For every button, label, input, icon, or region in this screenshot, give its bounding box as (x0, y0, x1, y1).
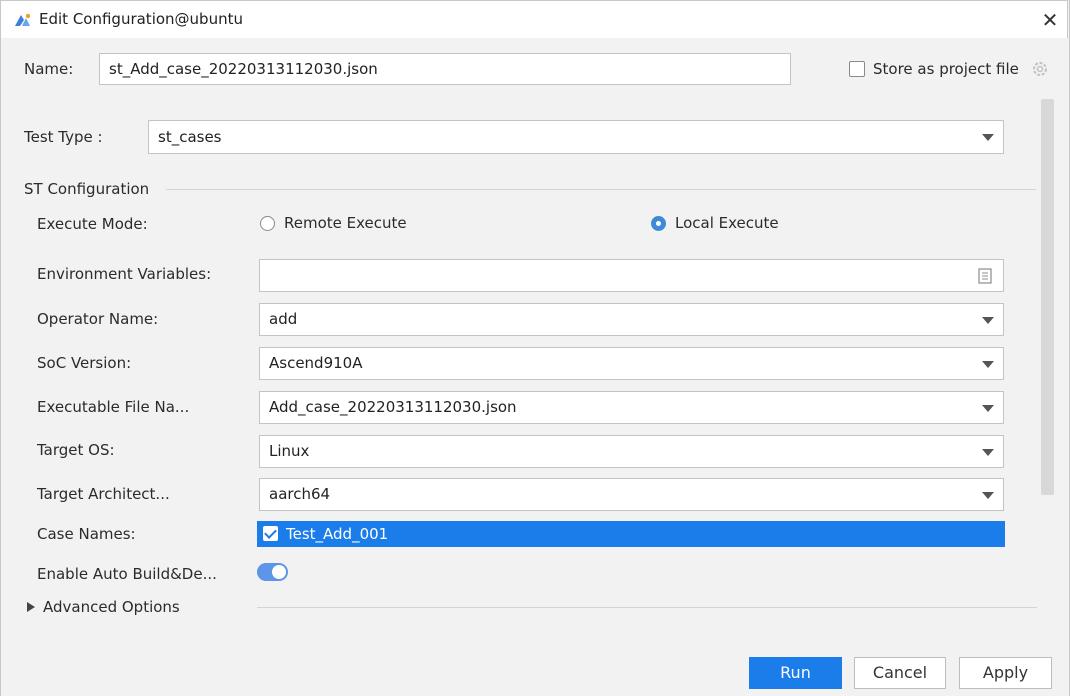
soc-version-value: Ascend910A (269, 354, 363, 372)
apply-button[interactable]: Apply (959, 657, 1052, 689)
title-bar: Edit Configuration@ubuntu ✕ (0, 0, 1068, 38)
store-project-file-label: Store as project file (873, 60, 1019, 78)
case-name-text: Test_Add_001 (286, 525, 389, 543)
vertical-scrollbar[interactable] (1041, 99, 1054, 495)
chevron-down-icon (982, 405, 994, 412)
operator-name-value: add (269, 310, 298, 328)
test-type-dropdown[interactable]: st_cases (148, 120, 1004, 154)
operator-name-dropdown[interactable]: add (259, 303, 1004, 336)
document-icon[interactable] (978, 268, 992, 284)
env-vars-input[interactable] (259, 259, 1004, 292)
chevron-down-icon (982, 361, 994, 368)
window-title: Edit Configuration@ubuntu (39, 10, 243, 28)
env-vars-label: Environment Variables: (37, 265, 212, 283)
section-divider (166, 189, 1036, 190)
run-button[interactable]: Run (749, 657, 842, 689)
local-execute-radio[interactable] (651, 216, 666, 231)
test-type-value: st_cases (158, 128, 222, 146)
target-arch-label: Target Architect... (37, 485, 170, 503)
execute-mode-label: Execute Mode: (37, 215, 148, 233)
auto-build-label: Enable Auto Build&De... (37, 565, 217, 583)
operator-name-label: Operator Name: (37, 310, 159, 328)
store-project-file-checkbox[interactable] (849, 61, 865, 77)
advanced-divider (257, 607, 1037, 608)
local-execute-label[interactable]: Local Execute (675, 214, 779, 232)
list-item[interactable]: Test_Add_001 (257, 521, 1005, 547)
executable-file-label: Executable File Na... (37, 398, 190, 416)
auto-build-toggle[interactable] (257, 563, 288, 581)
name-input[interactable]: st_Add_case_20220313112030.json (99, 53, 791, 85)
executable-file-dropdown[interactable]: Add_case_20220313112030.json (259, 391, 1004, 424)
chevron-down-icon (982, 492, 994, 499)
target-arch-value: aarch64 (269, 485, 331, 503)
target-os-dropdown[interactable]: Linux (259, 435, 1004, 468)
st-configuration-title: ST Configuration (24, 180, 150, 198)
target-os-value: Linux (269, 442, 310, 460)
target-arch-dropdown[interactable]: aarch64 (259, 478, 1004, 511)
test-type-label: Test Type : (24, 128, 103, 146)
gear-icon[interactable] (1031, 60, 1049, 78)
case-checkbox[interactable] (263, 526, 278, 541)
chevron-down-icon (982, 449, 994, 456)
remote-execute-label[interactable]: Remote Execute (284, 214, 407, 232)
soc-version-dropdown[interactable]: Ascend910A (259, 347, 1004, 380)
case-names-label: Case Names: (37, 525, 136, 543)
executable-file-value: Add_case_20220313112030.json (269, 398, 517, 416)
expand-arrow-icon[interactable] (27, 602, 35, 612)
chevron-down-icon (982, 317, 994, 324)
name-label: Name: (24, 60, 74, 78)
chevron-down-icon (982, 134, 994, 141)
close-icon[interactable]: ✕ (1039, 7, 1061, 33)
advanced-options-label[interactable]: Advanced Options (43, 598, 180, 616)
app-logo-icon (15, 13, 31, 26)
target-os-label: Target OS: (37, 441, 115, 459)
cancel-button[interactable]: Cancel (854, 657, 946, 689)
remote-execute-radio[interactable] (260, 216, 275, 231)
soc-version-label: SoC Version: (37, 354, 132, 372)
